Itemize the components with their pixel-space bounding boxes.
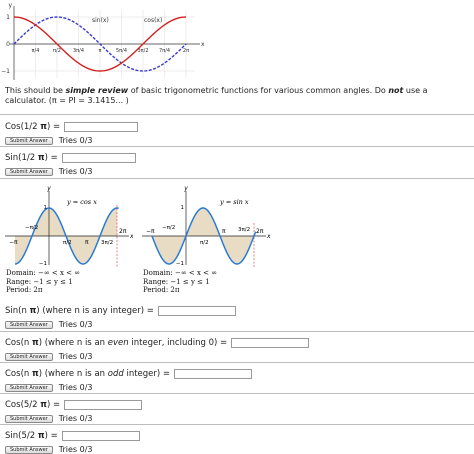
cos-legend: cos(x) — [144, 17, 162, 24]
submit-answer-button[interactable]: Submit Answer — [5, 383, 53, 392]
answer-input[interactable] — [157, 306, 236, 316]
x-axis-label: x — [266, 233, 270, 240]
sin-legend: sin(x) — [92, 17, 109, 24]
y-tick-1: 1 — [44, 205, 48, 211]
submit-answer-button[interactable]: Submit Answer — [5, 320, 53, 329]
divider — [0, 146, 474, 147]
divider — [0, 362, 474, 363]
answer-input[interactable] — [231, 338, 310, 348]
tick-pi: π — [222, 228, 226, 235]
top-y-tick-0: 0 — [6, 41, 10, 48]
tick-three-half-pi: 3π/2 — [101, 240, 113, 246]
divider — [0, 424, 474, 425]
sin-range: Range: −1 ≤ y ≤ 1 — [143, 277, 210, 286]
tries-counter: Tries 0/3 — [58, 383, 93, 392]
y-tick-1: 1 — [181, 205, 185, 211]
intro-text: This should be simple review of basic tr… — [5, 86, 428, 105]
tries-counter: Tries 0/3 — [58, 167, 93, 176]
y-tick-neg1: −1 — [176, 261, 184, 267]
divider — [0, 114, 474, 115]
x-tick-label: π/4 — [32, 48, 40, 54]
y-tick-neg1: −1 — [39, 261, 47, 267]
answer-input[interactable] — [174, 369, 253, 379]
question-label: Cos(5/2 π) = — [5, 400, 61, 410]
graph-title: y = sin x — [219, 198, 249, 206]
tries-counter: Tries 0/3 — [58, 136, 93, 145]
tick-three-half-pi: 3π/2 — [238, 227, 250, 233]
submit-answer-button[interactable]: Submit Answer — [5, 136, 53, 145]
answer-input[interactable] — [64, 122, 139, 132]
answer-input[interactable] — [61, 153, 136, 163]
tries-counter: Tries 0/3 — [58, 352, 93, 361]
x-tick-label: π/2 — [53, 48, 61, 54]
question-sin-half-pi: Sin(1/2 π) = Submit Answer Tries 0/3 — [5, 152, 465, 176]
tick-half-pi: π/2 — [200, 240, 209, 246]
divider — [0, 331, 474, 332]
divider — [0, 393, 474, 394]
sin-period: Period: 2π — [143, 286, 180, 294]
tick-neg-pi: −π — [9, 239, 18, 246]
x-tick-label: π — [98, 48, 101, 54]
question-label: Sin(n π) (where n is any integer) = — [5, 306, 154, 316]
tick-neg-half-pi: −π/2 — [162, 225, 175, 231]
question-label: Sin(5/2 π) = — [5, 431, 58, 441]
y-axis-label: y — [46, 185, 51, 192]
x-tick-label: 2π — [183, 48, 189, 54]
top-y-tick-neg1: −1 — [1, 68, 10, 75]
question-cos-five-half-pi: Cos(5/2 π) = Submit Answer Tries 0/3 — [5, 399, 465, 423]
tries-counter: Tries 0/3 — [58, 320, 93, 329]
cos-range: Range: −1 ≤ y ≤ 1 — [6, 277, 73, 286]
sin-properties: Domain: −∞ < x < ∞ Range: −1 ≤ y ≤ 1 Per… — [143, 269, 217, 295]
cos-properties: Domain: −∞ < x < ∞ Range: −1 ≤ y ≤ 1 Per… — [6, 269, 80, 295]
tries-counter: Tries 0/3 — [58, 414, 93, 423]
divider — [0, 178, 474, 179]
question-sin-n-pi: Sin(n π) (where n is any integer) = Subm… — [5, 305, 465, 329]
cos-period: Period: 2π — [6, 286, 43, 294]
submit-answer-button[interactable]: Submit Answer — [5, 167, 53, 176]
x-axis-label: x — [129, 233, 133, 240]
question-cos-n-pi-odd: Cos(n π) (where n is an odd integer) = S… — [5, 368, 465, 392]
sin-domain: Domain: −∞ < x < ∞ — [143, 269, 218, 277]
tick-neg-half-pi: −π/2 — [25, 225, 38, 231]
y-axis-label: y — [183, 185, 188, 192]
question-label: Sin(1/2 π) = — [5, 153, 58, 163]
answer-input[interactable] — [61, 431, 140, 441]
submit-answer-button[interactable]: Submit Answer — [5, 445, 53, 454]
tick-pi: π — [85, 239, 89, 246]
x-tick-label: 7π/4 — [159, 48, 170, 54]
answer-input[interactable] — [64, 400, 143, 410]
top-x-axis-label: x — [201, 41, 205, 48]
sin-cos-plot: y x 1 0 −1 π/4 π/2 3π/4 π 5π/4 3π/2 7π/4 2π sin… — [1, 2, 205, 80]
question-label: Cos(n π) (where n is an odd integer) = — [5, 369, 171, 379]
tick-two-pi: 2π — [119, 228, 127, 235]
question-cos-half-pi: Cos(1/2 π) = Submit Answer Tries 0/3 — [5, 121, 465, 145]
question-label: Cos(n π) (where n is an even integer, in… — [5, 338, 228, 348]
x-tick-label: 3π/4 — [73, 48, 84, 54]
submit-answer-button[interactable]: Submit Answer — [5, 414, 53, 423]
tick-two-pi: 2π — [256, 228, 264, 235]
top-y-tick-1: 1 — [6, 14, 10, 21]
x-tick-label: 5π/4 — [116, 48, 127, 54]
top-y-axis-label: y — [8, 2, 12, 9]
cos-domain: Domain: −∞ < x < ∞ — [6, 269, 81, 277]
question-label: Cos(1/2 π) = — [5, 122, 61, 132]
question-sin-five-half-pi: Sin(5/2 π) = Submit Answer Tries 0/3 — [5, 430, 465, 454]
graph-title: y = cos x — [66, 198, 97, 206]
x-tick-label: 3π/2 — [137, 48, 148, 54]
question-cos-n-pi-even: Cos(n π) (where n is an even integer, in… — [5, 337, 465, 361]
submit-answer-button[interactable]: Submit Answer — [5, 352, 53, 361]
tick-half-pi: π/2 — [63, 240, 72, 246]
tick-neg-pi: −π — [146, 228, 155, 235]
tries-counter: Tries 0/3 — [58, 445, 93, 454]
